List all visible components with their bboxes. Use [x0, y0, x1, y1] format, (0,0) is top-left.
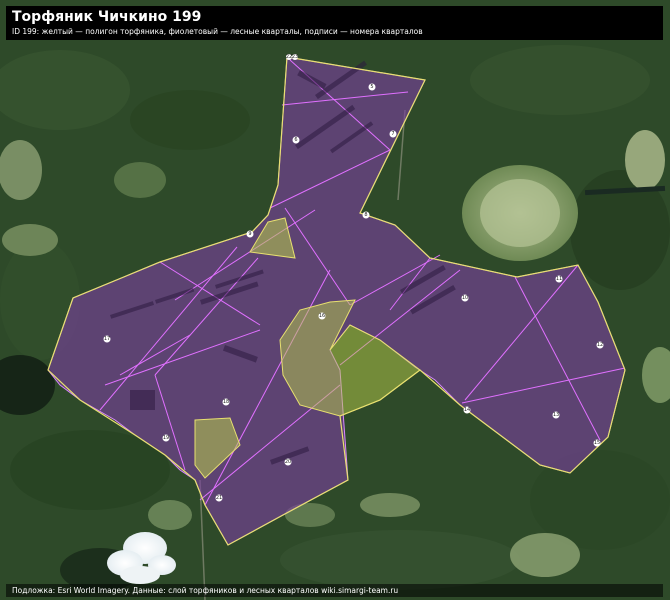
quarter-label: 7: [389, 130, 397, 138]
quarter-label: 10: [461, 294, 469, 302]
quarter-label-text: 16: [319, 313, 325, 319]
quarter-label-text: 23: [292, 54, 298, 60]
quarter-label: 13: [552, 411, 560, 419]
quarter-label-text: 20: [285, 459, 291, 465]
quarter-label: 19: [162, 434, 170, 442]
quarter-label-text: 12: [597, 342, 603, 348]
quarter-label: 14: [463, 406, 471, 414]
quarter-label-text: 9: [248, 231, 251, 237]
quarter-label: 6: [292, 136, 300, 144]
quarter-label-text: 10: [462, 295, 468, 301]
quarter-label-text: 13: [553, 412, 559, 418]
quarter-label: 9: [246, 230, 254, 238]
quarter-label-text: 8: [364, 212, 367, 218]
quarter-label: 8: [362, 211, 370, 219]
quarter-label-text: 14: [464, 407, 470, 413]
quarter-label-text: 21: [216, 495, 222, 501]
quarter-label: 16: [318, 312, 326, 320]
map-title: Торфяник Чичкино 199: [12, 9, 202, 25]
quarter-label-text: 7: [391, 131, 394, 137]
quarter-label-text: 19: [163, 435, 169, 441]
quarter-label: 15: [593, 439, 601, 447]
quarter-label-text: 5: [370, 84, 373, 90]
quarter-label: 23: [292, 54, 298, 60]
quarter-label: 17: [103, 335, 111, 343]
map-view[interactable]: 5 6 7 8 9 10 11 12 13 14 15 16 17 18 19 …: [0, 0, 670, 600]
map-subtitle: ID 199: желтый — полигон торфяника, фиол…: [12, 27, 423, 36]
quarter-label: 12: [596, 341, 604, 349]
quarter-label-text: 17: [104, 336, 110, 342]
quarter-label-text: 11: [556, 276, 562, 282]
quarter-label: 5: [368, 83, 376, 91]
quarter-label-text: 15: [594, 440, 600, 446]
quarter-label: 20: [284, 458, 292, 466]
map-title-panel: Торфяник Чичкино 199 ID 199: желтый — по…: [6, 6, 663, 40]
quarter-label: 18: [222, 398, 230, 406]
quarter-label-text: 18: [223, 399, 229, 405]
map-canvas: 5 6 7 8 9 10 11 12 13 14 15 16 17 18 19 …: [0, 0, 670, 600]
quarter-label-text: 6: [294, 137, 297, 143]
map-attribution: Подложка: Esri World Imagery. Данные: сл…: [6, 584, 663, 597]
quarter-label: 21: [215, 494, 223, 502]
quarter-label: 11: [555, 275, 563, 283]
